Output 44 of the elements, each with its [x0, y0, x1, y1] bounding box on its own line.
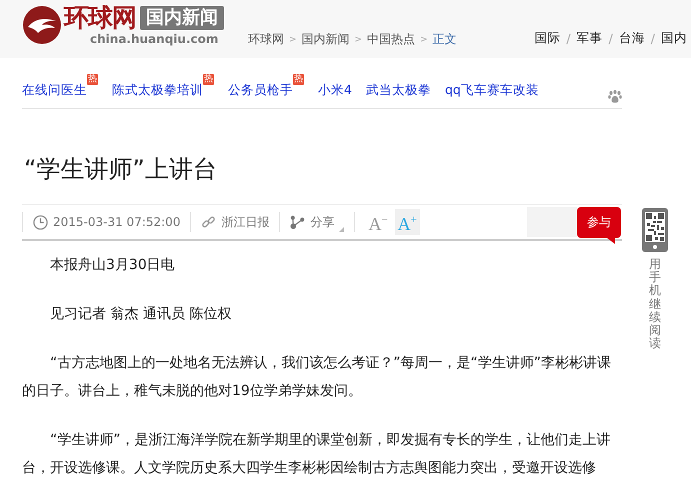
article-paragraph: 本报舟山3月30日电 — [49, 256, 176, 275]
paw-icon[interactable] — [608, 90, 622, 103]
publish-time: 2015-03-31 07:52:00 — [53, 215, 180, 229]
nav-link[interactable]: 台海 — [618, 30, 645, 47]
hot-badge: 热 — [87, 74, 98, 85]
nav-separator: / — [608, 31, 613, 46]
link-icon — [201, 214, 216, 230]
clock-icon — [33, 214, 48, 230]
hot-link[interactable]: qq飞车赛车改装 — [444, 82, 539, 98]
article-paragraph: 见习记者 翁杰 通讯员 陈位权 — [49, 305, 232, 324]
hot-badge: 热 — [203, 74, 214, 85]
qr-code-phone-icon[interactable] — [642, 208, 668, 252]
nav-separator: / — [566, 31, 571, 46]
comment-panel — [527, 207, 577, 237]
breadcrumb-separator: > — [354, 34, 362, 44]
nav-link[interactable]: 国内 — [661, 30, 687, 47]
breadcrumb-link[interactable]: 环球网 — [248, 31, 284, 48]
hot-link[interactable]: 陈式太极拳培训 — [112, 82, 203, 98]
hot-badge: 热 — [293, 74, 304, 85]
globe-logo-icon — [22, 5, 62, 45]
news-source: 浙江日报 — [221, 214, 270, 230]
hot-link[interactable]: 在线问医生 — [22, 82, 87, 98]
breadcrumb-separator: > — [420, 34, 428, 44]
breadcrumb-link[interactable]: 国内新闻 — [302, 31, 350, 48]
nav-separator: / — [650, 31, 655, 46]
mobile-read-label[interactable]: 用手机继续阅读 — [649, 258, 661, 350]
speech-tail-icon — [607, 238, 615, 244]
hot-link[interactable]: 武当太极拳 — [366, 82, 431, 98]
hot-link[interactable]: 小米4 — [318, 82, 352, 98]
article-title: “学生讲师”上讲台 — [24, 154, 218, 185]
nav-link[interactable]: 军事 — [576, 30, 603, 47]
share-icon — [290, 214, 306, 230]
breadcrumb-separator: > — [289, 34, 297, 44]
logo-wordmark[interactable]: 环球网 — [64, 4, 136, 32]
channel-label: 国内新闻 — [140, 6, 224, 30]
breadcrumb-link[interactable]: 中国热点 — [367, 31, 416, 48]
caret-icon — [339, 227, 344, 232]
site-domain: china.huanqiu.com — [90, 32, 220, 46]
nav-link[interactable]: 国际 — [534, 30, 560, 47]
hot-link[interactable]: 公务员枪手 — [228, 82, 293, 98]
share-button[interactable]: 分享 — [279, 212, 354, 232]
breadcrumb-link[interactable]: 正文 — [432, 31, 457, 48]
article-paragraph: “学生讲师”，是浙江海洋学院在新学期里的课堂创新，即发掘有专长的学生，让他们走上讲台，开设选修课。人文学院历史系大四学生李彬彬因绘制古方志舆图能力突出，受邀开设选修 — [22, 431, 612, 478]
article-paragraph: “古方志地图上的一处地名无法辨认，我们该怎么考证？”每周一，是“学生讲师”李彬彬讲课的日子。讲台上，稚气未脱的他对19位学弟学妹发问。 — [22, 354, 612, 401]
